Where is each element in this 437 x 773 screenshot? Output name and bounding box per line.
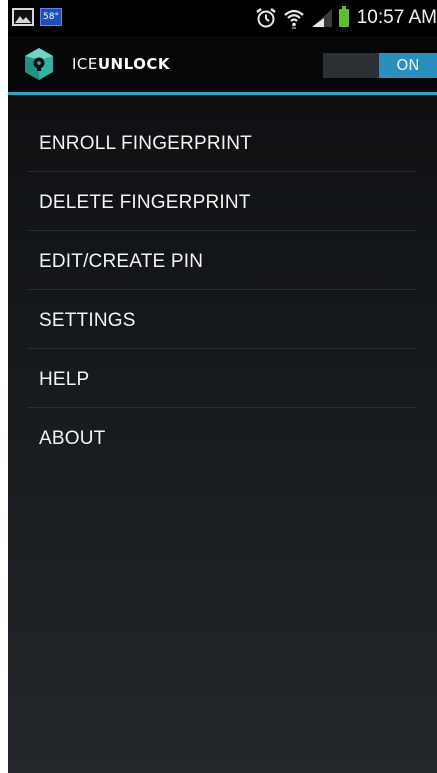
signal-icon bbox=[311, 9, 332, 27]
menu-item-enroll-fingerprint[interactable]: ENROLL FINGERPRINT bbox=[28, 113, 417, 172]
status-time: 10:57 AM bbox=[356, 7, 437, 28]
battery-icon bbox=[338, 6, 349, 27]
menu-item-label: ENROLL FINGERPRINT bbox=[39, 133, 252, 154]
menu-item-edit-create-pin[interactable]: EDIT/CREATE PIN bbox=[28, 231, 417, 290]
app-title-ice: ICE bbox=[72, 55, 98, 73]
iceunlock-logo-icon bbox=[25, 48, 53, 80]
menu-item-delete-fingerprint[interactable]: DELETE FINGERPRINT bbox=[28, 172, 417, 231]
alarm-icon bbox=[255, 8, 276, 28]
action-bar-divider bbox=[8, 92, 437, 95]
app-title: ICEUNLOCK bbox=[72, 55, 170, 73]
menu-item-settings[interactable]: SETTINGS bbox=[28, 290, 417, 349]
menu-item-about[interactable]: ABOUT bbox=[28, 408, 417, 467]
enable-toggle[interactable]: ON bbox=[323, 53, 437, 78]
menu-item-label: DELETE FINGERPRINT bbox=[39, 192, 251, 213]
notification-icons: 58° bbox=[12, 8, 62, 28]
main-menu: ENROLL FINGERPRINT DELETE FINGERPRINT ED… bbox=[8, 113, 437, 467]
status-bar: 58° 10:57 AM bbox=[8, 0, 437, 36]
wifi-icon bbox=[283, 9, 304, 29]
system-icons: 10:57 AM bbox=[255, 5, 437, 31]
menu-item-label: HELP bbox=[39, 369, 90, 390]
menu-item-label: ABOUT bbox=[39, 428, 106, 449]
toggle-on-label: ON bbox=[379, 53, 437, 78]
menu-item-label: SETTINGS bbox=[39, 310, 136, 331]
menu-item-label: EDIT/CREATE PIN bbox=[39, 251, 204, 272]
gallery-icon bbox=[12, 8, 34, 26]
menu-item-help[interactable]: HELP bbox=[28, 349, 417, 408]
app-title-unlock: UNLOCK bbox=[97, 55, 171, 73]
phone-screen: 58° 10:57 AM ICEUNLOCK ON ENROLL FINGERP… bbox=[8, 0, 437, 773]
weather-icon: 58° bbox=[40, 8, 62, 26]
action-bar: ICEUNLOCK ON bbox=[8, 36, 437, 92]
